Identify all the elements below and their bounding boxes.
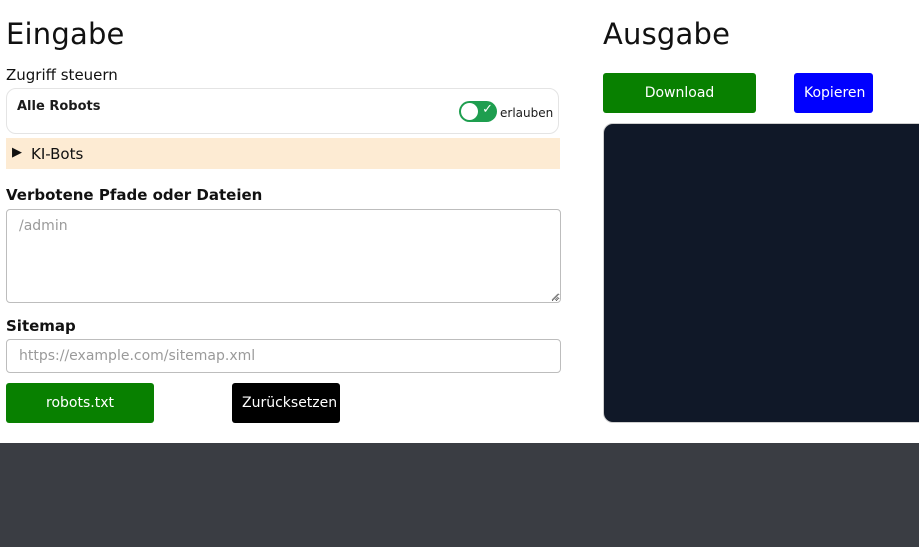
all-robots-panel: Alle Robots ✓ erlauben — [6, 88, 559, 134]
toggle-knob — [461, 103, 478, 120]
all-robots-toggle[interactable]: ✓ — [459, 101, 497, 122]
sitemap-label: Sitemap — [6, 317, 76, 335]
all-robots-label: Alle Robots — [17, 99, 101, 114]
triangle-right-icon: ▶ — [12, 145, 22, 160]
ai-bots-label: KI-Bots — [31, 145, 84, 163]
page: Eingabe Zugriff steuern Alle Robots ✓ er… — [0, 0, 919, 547]
forbidden-paths-textarea[interactable] — [6, 209, 561, 303]
footer — [0, 443, 919, 547]
output-box[interactable] — [603, 123, 919, 423]
toggle-allow-label: erlauben — [500, 106, 554, 120]
download-button[interactable]: Download robots.txt — [603, 73, 756, 141]
sitemap-input[interactable] — [6, 339, 561, 373]
reset-button[interactable]: Zurücksetzen — [232, 383, 340, 423]
ai-bots-expander[interactable]: ▶ KI-Bots — [6, 138, 560, 169]
input-heading: Eingabe — [6, 17, 125, 51]
output-heading: Ausgabe — [603, 17, 731, 51]
main-content: Eingabe Zugriff steuern Alle Robots ✓ er… — [0, 0, 919, 451]
check-icon: ✓ — [482, 102, 493, 117]
access-control-label: Zugriff steuern — [6, 66, 118, 84]
generate-button[interactable]: robots.txt erzeugen — [6, 383, 154, 451]
copy-button[interactable]: Kopieren — [794, 73, 873, 113]
forbidden-paths-label: Verbotene Pfade oder Dateien — [6, 186, 263, 204]
